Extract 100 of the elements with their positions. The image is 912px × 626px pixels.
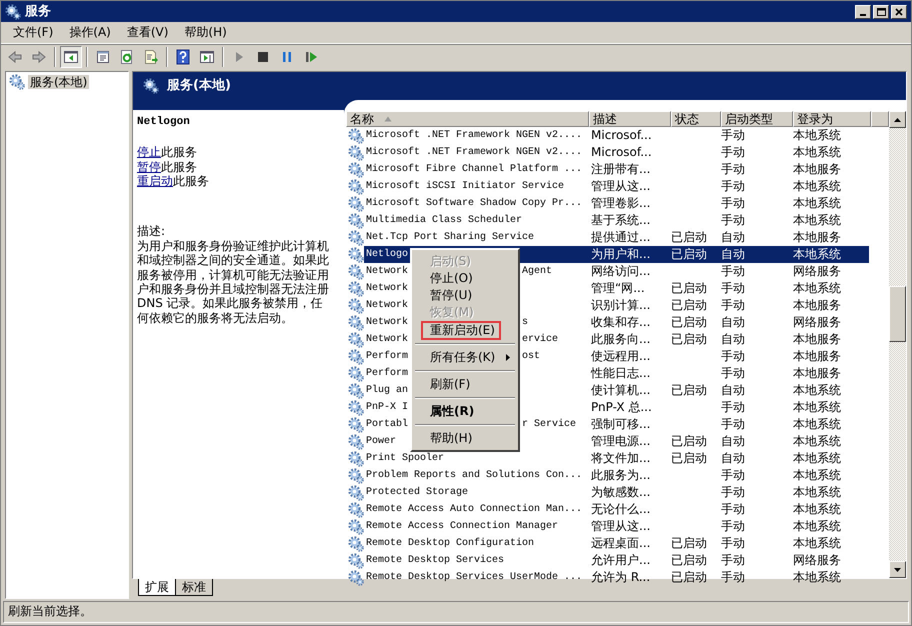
table-cell: 手动	[721, 400, 745, 414]
close-icon[interactable]	[895, 8, 903, 16]
table-cell: 本地系统	[793, 502, 841, 516]
table-cell: 已启动	[671, 536, 707, 550]
gear-icon	[348, 246, 364, 262]
table-cell: 手动	[721, 366, 745, 380]
submenu-arrow-icon	[506, 354, 510, 361]
close-button[interactable]	[891, 4, 907, 18]
gear-icon	[348, 348, 364, 364]
view-tab[interactable]: 标准	[175, 579, 213, 596]
table-cell: Microsof...	[591, 128, 652, 142]
service-name: Microsoft .NET Framework NGEN v2....	[366, 147, 582, 158]
table-cell: 已启动	[671, 451, 707, 465]
table-cell: 手动	[721, 298, 745, 312]
service-name: Plug an	[366, 385, 408, 396]
action-link[interactable]: 重启动	[137, 174, 173, 188]
table-cell: 已启动	[671, 298, 707, 312]
gear-icon	[348, 280, 364, 296]
table-cell: 手动	[721, 213, 745, 227]
service-name: Network	[366, 264, 408, 279]
status-bar: 刷新当前选择。	[3, 601, 909, 623]
scrollbar-thumb[interactable]	[889, 286, 906, 342]
gear-icon	[348, 230, 364, 246]
table-cell: 管理“网...	[591, 281, 645, 295]
service-name: Netlogo	[366, 249, 408, 260]
service-name: s	[522, 316, 528, 330]
table-cell: Microsof...	[591, 145, 652, 159]
gear-icon	[348, 332, 364, 348]
column-header[interactable]: 登录为	[793, 111, 871, 127]
back-arrow-icon	[7, 49, 23, 65]
service-name: Network	[366, 300, 408, 311]
column-header[interactable]: 启动类型	[721, 111, 793, 127]
table-cell: 手动	[721, 349, 745, 363]
menu-item[interactable]: 重新启动(E)	[422, 322, 500, 339]
maximize-icon[interactable]	[876, 8, 886, 16]
menu-item[interactable]: 查看(V)	[118, 23, 176, 42]
table-cell: 已启动	[671, 332, 707, 346]
table-cell: 本地系统	[793, 145, 841, 159]
view-tab[interactable]: 扩展	[138, 579, 176, 596]
menu-item[interactable]: 文件(F)	[5, 23, 62, 42]
window-title: 服务	[25, 4, 51, 20]
service-name: Problem Reports and Solutions Con...	[366, 470, 582, 481]
tree-item[interactable]: 服务(本地)	[28, 74, 90, 90]
gear-icon	[348, 468, 364, 484]
table-cell: 手动	[721, 536, 745, 550]
pane-window-icon	[199, 49, 215, 65]
maximize-button[interactable]	[873, 4, 889, 18]
scrollbar[interactable]	[889, 111, 906, 578]
gear-icon	[348, 450, 364, 466]
gear-icon	[348, 382, 364, 398]
table-cell: 已启动	[671, 230, 707, 244]
menu-item[interactable]: 帮助(H)	[176, 23, 235, 42]
description-text: 为用户和服务身份验证维护此计算机和域控制器之间的安全通道。如果此服务被停用，计算机可能无法验证用户和服务身份并且域控制器无法注册 DNS 记录。如果此服务被禁用，任何依赖它的服务将无法启动。	[137, 238, 330, 326]
action-link[interactable]: 停止	[137, 145, 161, 160]
table-cell: 手动	[721, 128, 745, 142]
table-cell: 网络服务	[793, 264, 841, 278]
scroll-down-icon[interactable]	[894, 568, 901, 572]
table-cell: 手动	[721, 179, 745, 193]
table-cell: 本地系统	[793, 196, 841, 210]
minimize-button[interactable]	[855, 4, 871, 18]
sort-arrow-icon	[384, 116, 392, 122]
table-cell: 基于系统...	[591, 213, 650, 227]
table-cell: 已启动	[671, 281, 707, 295]
service-name: Remote Desktop Services UserMode ...	[366, 572, 582, 583]
table-cell: 自动	[721, 332, 745, 346]
column-header[interactable]: 名称	[346, 111, 589, 127]
menu-item[interactable]: 刷新(F)	[414, 376, 516, 393]
service-name: Perform	[366, 350, 408, 364]
table-cell: 手动	[721, 553, 745, 567]
service-name: Network	[366, 332, 408, 347]
table-cell: 自动	[721, 451, 745, 465]
scroll-up-icon[interactable]	[894, 118, 901, 122]
table-cell: 已启动	[671, 434, 707, 448]
table-cell: 强制可移...	[591, 417, 650, 431]
menu-item[interactable]: 属性(R)	[414, 403, 516, 420]
restart-icon	[303, 49, 319, 65]
table-cell: 注册带有...	[591, 162, 650, 176]
service-name: Network	[366, 283, 408, 294]
menu-item[interactable]: 帮助(H)	[414, 430, 516, 447]
table-cell: 本地系统	[793, 519, 841, 533]
table-cell: 本地系统	[793, 485, 841, 499]
column-header[interactable]: 描述	[589, 111, 671, 127]
service-name: Remote Desktop Configuration	[366, 538, 534, 549]
action-link[interactable]: 暂停	[137, 160, 161, 174]
table-cell: 管理电源...	[591, 434, 650, 448]
table-cell: 手动	[721, 417, 745, 431]
menu-item[interactable]: 停止(O)	[414, 270, 516, 287]
table-cell: 将文件加...	[591, 451, 650, 465]
service-name: Microsoft Fibre Channel Platform ...	[366, 164, 582, 175]
table-cell: 手动	[721, 570, 745, 584]
menu-item[interactable]: 操作(A)	[61, 23, 119, 42]
table-cell: 手动	[721, 145, 745, 159]
gear-icon	[348, 212, 364, 228]
menu-item[interactable]: 所有任务(K)	[414, 349, 516, 366]
table-cell: 使远程用...	[591, 349, 650, 363]
toolbar-button[interactable]	[60, 46, 82, 68]
menu-item[interactable]: 暂停(U)	[414, 287, 516, 304]
column-header[interactable]: 状态	[671, 111, 721, 127]
table-cell: 自动	[721, 230, 745, 244]
gear-icon	[348, 298, 364, 314]
